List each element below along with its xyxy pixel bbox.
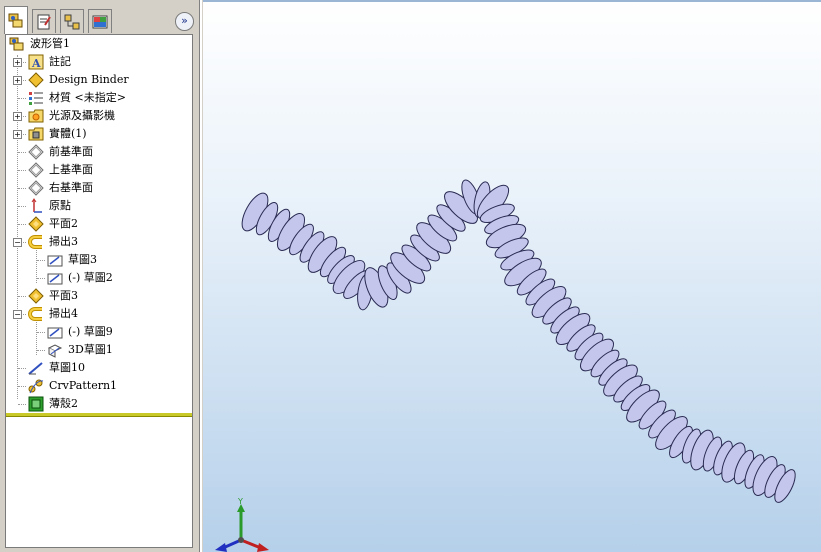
shell-icon [28,396,44,412]
tree-item-label: 實體(1) [49,127,87,140]
tree-item-label: 掃出4 [49,307,78,320]
tree-item-sweep3[interactable]: − 掃出3 [6,233,192,251]
tree-item-label: 原點 [49,199,71,212]
tree-item-label: (-) 草圖2 [68,271,113,284]
tree-root[interactable]: 波形管1 [6,35,192,53]
tree-item-label: (-) 草圖9 [68,325,113,338]
tree-item-label: 掃出3 [49,235,78,248]
tree-item-sketch10[interactable]: 草圖10 [6,359,192,377]
tree-item-front-plane[interactable]: 前基準面 [6,143,192,161]
tree-item-label: CrvPattern1 [49,379,118,392]
material-icon [29,92,43,105]
plane-icon [28,162,44,178]
corrugated-tube-model [241,179,796,503]
feature-tree-icon [8,13,23,27]
panel-splitter[interactable] [199,0,202,552]
tree-item-label: 光源及攝影機 [49,109,115,122]
tree-item-plane3[interactable]: 平面3 [6,287,192,305]
tree-item-label: 平面3 [49,289,78,302]
part-icon [9,37,24,51]
tree-item-3d-sketch1[interactable]: 3D草圖1 [6,341,192,359]
feature-tree: 波形管1 + A 註記 + Design Binder 材質 <未指定> + 光… [5,34,193,548]
sweep-icon [28,235,42,249]
tree-item-crvpattern1[interactable]: CrvPattern1 [6,377,192,395]
tree-root-label: 波形管1 [30,37,70,50]
sketch-icon [28,362,43,375]
triad-y-label: Y [237,497,243,506]
sketch-icon [47,273,63,285]
graphics-area[interactable]: Y [203,0,821,552]
tree-item-label: 平面2 [49,217,78,230]
sweep-icon [28,307,42,321]
plane-icon [28,180,44,196]
expand-toggle[interactable]: + [13,112,22,121]
tree-item-label: 上基準面 [49,163,93,176]
tree-item-label: 右基準面 [49,181,93,194]
tree-item-design-binder[interactable]: + Design Binder [6,71,192,89]
configuration-icon [64,14,80,29]
tree-item-label: 前基準面 [49,145,93,158]
tree-item-right-plane[interactable]: 右基準面 [6,179,192,197]
solid-bodies-icon [28,127,44,141]
plane-feature-icon [28,288,44,304]
tree-item-label: 草圖10 [49,361,85,374]
tab-propertymanager[interactable] [32,9,56,33]
collapse-toggle[interactable]: − [13,310,22,319]
tree-item-shell2[interactable]: 薄殼2 [6,395,192,413]
tab-configurationmanager[interactable] [60,9,84,33]
expand-toggle[interactable]: + [13,76,22,85]
design-binder-icon [28,72,44,88]
sketch-icon [47,327,63,339]
tree-item-origin[interactable]: 原點 [6,197,192,215]
tree-item-label: 草圖3 [68,253,97,266]
tree-item-top-plane[interactable]: 上基準面 [6,161,192,179]
tree-item-sketch2[interactable]: (-) 草圖2 [6,269,192,287]
tree-item-annotations[interactable]: + A 註記 [6,53,192,71]
tab-featuremanager[interactable] [4,6,28,34]
tube-segments [241,179,796,503]
tree-item-sweep4[interactable]: − 掃出4 [6,305,192,323]
curve-pattern-icon [28,379,44,394]
expand-panel-button[interactable]: » [175,12,194,31]
tree-item-solid-bodies[interactable]: + 實體(1) [6,125,192,143]
rollback-bar[interactable] [6,413,192,417]
origin-icon [31,198,42,213]
tree-item-label: Design Binder [49,73,129,86]
collapse-toggle[interactable]: − [13,238,22,247]
plane-icon [28,144,44,160]
tree-item-sketch9[interactable]: (-) 草圖9 [6,323,192,341]
feature-manager-panel: » 波形管1 + A 註記 + Design Binder 材質 <未指定> +… [0,0,199,552]
sketch-icon [47,255,63,267]
tree-item-label: 薄殼2 [49,397,78,410]
reference-triad: Y [203,496,273,552]
tab-displaymanager[interactable] [88,9,112,33]
tree-item-label: 3D草圖1 [68,343,113,356]
tree-item-lights-cameras[interactable]: + 光源及攝影機 [6,107,192,125]
manager-tabs: » [4,6,196,34]
tree-item-label: 材質 <未指定> [49,91,126,104]
tree-item-sketch3[interactable]: 草圖3 [6,251,192,269]
tree-item-label: 註記 [49,55,71,68]
plane-feature-icon [28,216,44,232]
svg-text:A: A [31,57,41,70]
display-icon [92,15,108,28]
expand-toggle[interactable]: + [13,130,22,139]
tree-item-material[interactable]: 材質 <未指定> [6,89,192,107]
3d-sketch-icon [47,344,63,358]
tree-item-plane2[interactable]: 平面2 [6,215,192,233]
annotations-icon: A [28,54,44,70]
expand-toggle[interactable]: + [13,58,22,67]
lights-camera-icon [28,109,44,123]
property-icon [37,14,51,29]
